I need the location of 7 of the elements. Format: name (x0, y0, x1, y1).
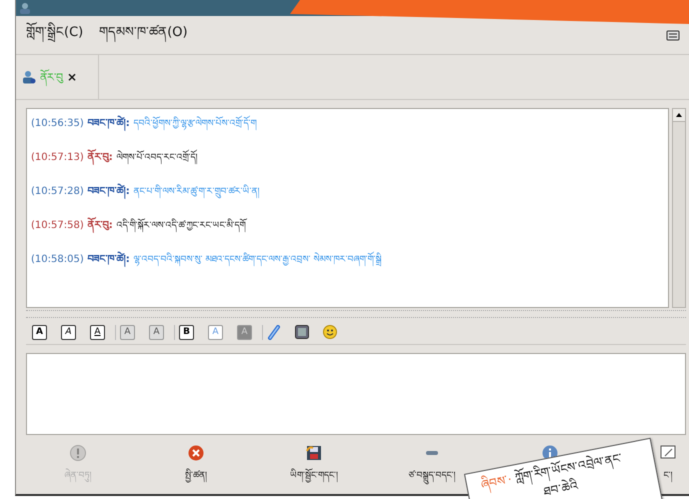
message-time: (10:57:13) (31, 153, 84, 163)
note-tag: ཞིབས་· (480, 472, 513, 492)
message-time: (10:57:28) (31, 187, 84, 197)
message-time: (10:57:58) (31, 221, 84, 231)
tab-label: ནོར་བུ (40, 68, 63, 88)
message-time: (10:58:05) (31, 255, 84, 265)
message-time: (10:56:35) (31, 119, 84, 129)
